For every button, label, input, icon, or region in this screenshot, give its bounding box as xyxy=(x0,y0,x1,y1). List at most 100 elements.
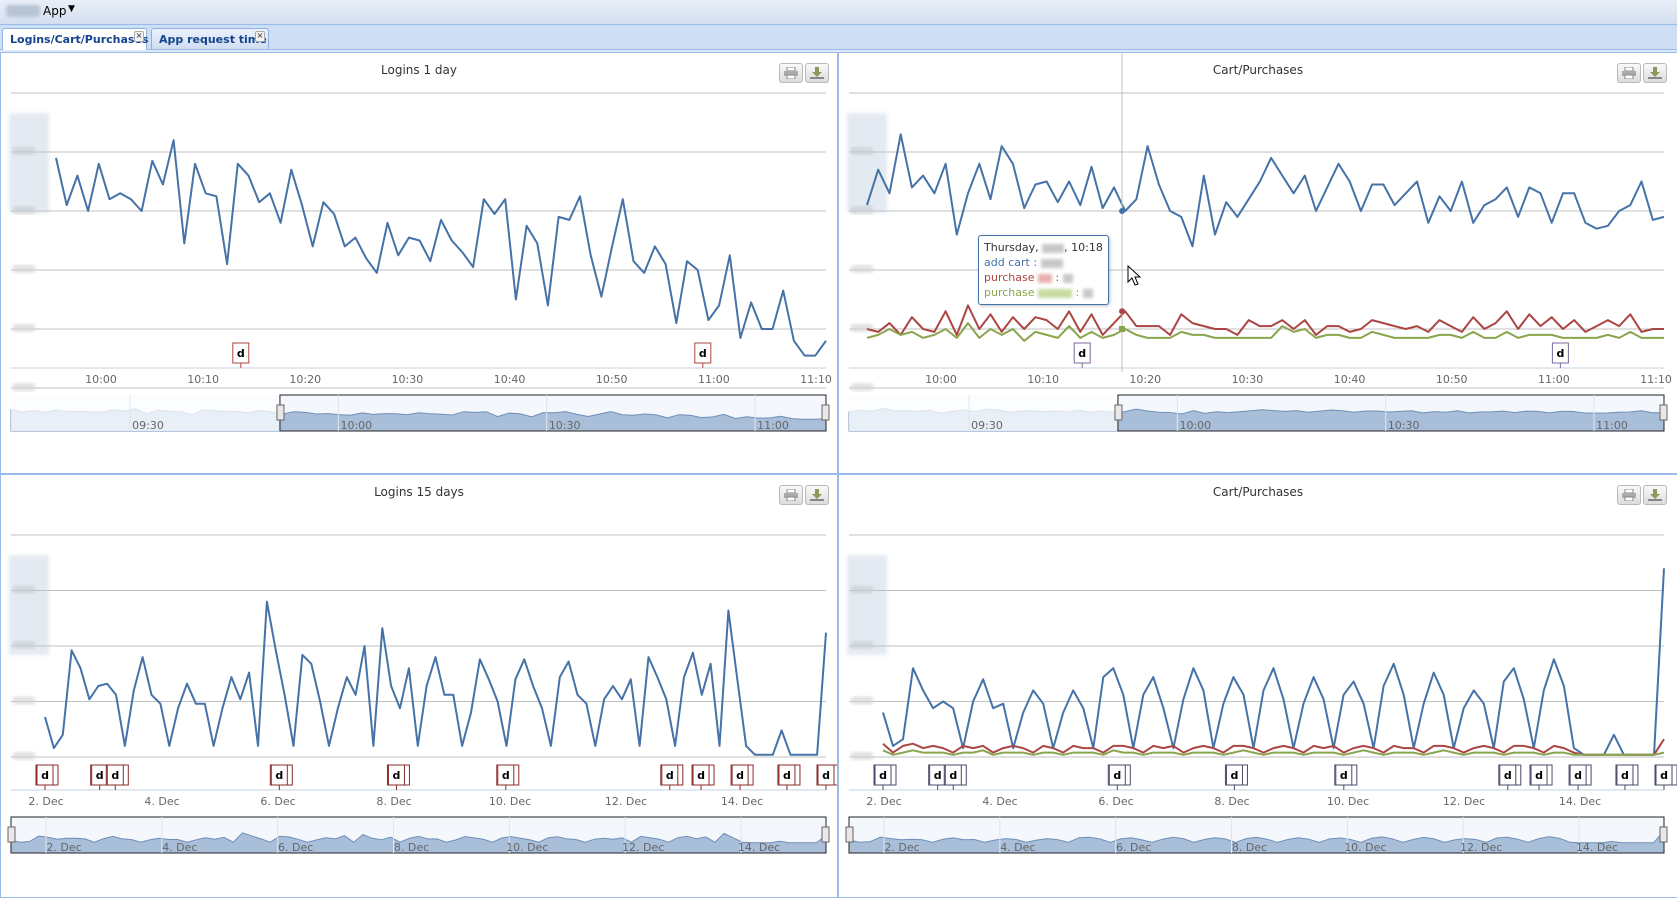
x-tick-label: 6. Dec xyxy=(1098,795,1133,808)
flag-label: d xyxy=(275,769,283,782)
blurred-edge xyxy=(9,113,49,213)
flag-marker: d xyxy=(1529,764,1553,790)
x-tick-label: 10:20 xyxy=(1129,373,1161,386)
navigator-tick-label: 11:00 xyxy=(1596,419,1628,432)
flag-label: d xyxy=(699,347,707,360)
mouse-cursor-icon xyxy=(1127,265,1142,286)
flag-label: d xyxy=(96,769,104,782)
chart-svg[interactable]: d d 10:00 10:10 10:20 10:30 10:40 10:50 11:00 11:… xyxy=(1,53,837,473)
tab-logins-cart-purchases[interactable]: Logins/Cart/Purchases × xyxy=(2,28,148,50)
navigator: 2. Dec 4. Dec 6. Dec 8. Dec 10. Dec 12. Dec 14… xyxy=(7,816,830,854)
series-line-0 xyxy=(55,139,827,357)
navigator-tick-label: 10:00 xyxy=(340,419,372,432)
navigator-handle[interactable] xyxy=(7,826,16,843)
blurred-edge xyxy=(9,555,49,655)
x-tick-label: 10:30 xyxy=(392,373,424,386)
y-axis-label-blurred xyxy=(851,752,873,760)
x-tick-label: 11:10 xyxy=(800,373,832,386)
x-tick-label: 10:50 xyxy=(596,373,628,386)
chart-tooltip: Thursday, , 10:18 add cart : purchase : … xyxy=(978,235,1109,305)
y-axis-label-blurred xyxy=(851,265,873,273)
close-icon[interactable]: × xyxy=(255,31,265,42)
navigator-handle[interactable] xyxy=(845,826,854,843)
flag-marker: d xyxy=(816,764,837,790)
flag-label: d xyxy=(1231,769,1239,782)
flag-label: d xyxy=(237,347,245,360)
flag-label: d xyxy=(736,769,744,782)
x-tick-label: 11:10 xyxy=(1640,373,1672,386)
flag-label: d xyxy=(1078,347,1086,360)
tab-app-request-time[interactable]: App request time × xyxy=(151,28,269,49)
series-line-0 xyxy=(882,568,1665,756)
navigator: 2. Dec 4. Dec 6. Dec 8. Dec 10. Dec 12. Dec 14… xyxy=(845,816,1668,854)
flag-label: d xyxy=(41,769,49,782)
flag-marker: d xyxy=(730,764,754,790)
blurred-edge xyxy=(847,113,887,213)
tab-label: App request time xyxy=(159,33,267,46)
navigator-tick-label: 4. Dec xyxy=(1000,841,1035,854)
navigator-handle[interactable] xyxy=(821,826,830,843)
flag-marker: d xyxy=(1498,764,1522,790)
x-tick-label: 10:00 xyxy=(925,373,957,386)
chart-svg[interactable]: d d d d d d d d d d d2. Dec 4. Dec 6. Dec 8. Dec 10. D… xyxy=(1,475,837,897)
chart-svg[interactable]: d d d d d d d d d d d2. Dec 4. Dec 6. Dec 8. Dec 10. D… xyxy=(839,475,1677,897)
flag-marker: d xyxy=(1568,764,1592,790)
x-tick-label: 10:50 xyxy=(1436,373,1468,386)
x-tick-label: 6. Dec xyxy=(260,795,295,808)
navigator-tick-label: 6. Dec xyxy=(1116,841,1151,854)
x-tick-label: 8. Dec xyxy=(376,795,411,808)
x-tick-label: 8. Dec xyxy=(1214,795,1249,808)
x-tick-label: 2. Dec xyxy=(866,795,901,808)
y-axis-label-blurred xyxy=(13,696,35,705)
y-axis-label-blurred xyxy=(851,383,873,391)
flag-marker: d xyxy=(1615,764,1639,790)
app-menu[interactable]: App xyxy=(43,4,66,18)
chart-panel-cart-purchases-day: Cart/Purchases d d 10:00 10:10 10:20 10:30 10:… xyxy=(838,52,1677,474)
navigator-handle[interactable] xyxy=(1659,404,1668,421)
flag-marker: d xyxy=(1551,342,1569,368)
y-axis-label-blurred xyxy=(851,324,873,332)
chart-svg[interactable]: d d 10:00 10:10 10:20 10:30 10:40 10:50 11:00 11:… xyxy=(839,53,1677,473)
flag-label: d xyxy=(1535,769,1543,782)
top-menu-bar: App ▼ xyxy=(0,0,1677,25)
navigator-handle[interactable] xyxy=(821,404,830,421)
flag-label: d xyxy=(1556,347,1564,360)
tooltip-header: Thursday, , 10:18 xyxy=(984,241,1103,254)
navigator-tick-label: 09:30 xyxy=(132,419,164,432)
x-tick-label: 12. Dec xyxy=(1443,795,1485,808)
flag-marker: d xyxy=(694,342,712,368)
flag-marker: d xyxy=(386,764,410,790)
navigator-handle[interactable] xyxy=(276,404,285,421)
navigator-tick-label: 8. Dec xyxy=(1232,841,1267,854)
flag-label: d xyxy=(1113,769,1121,782)
series-line-0 xyxy=(44,600,827,756)
flag-label: d xyxy=(1660,769,1668,782)
x-tick-label: 10:20 xyxy=(289,373,321,386)
flag-marker: d xyxy=(777,764,801,790)
navigator-tick-label: 10. Dec xyxy=(1344,841,1386,854)
chevron-down-icon[interactable]: ▼ xyxy=(68,4,75,14)
flag-label: d xyxy=(783,769,791,782)
close-icon[interactable]: × xyxy=(134,31,144,42)
tooltip-row-purchase-2: purchase : xyxy=(984,285,1103,300)
x-tick-label: 14. Dec xyxy=(721,795,763,808)
flag-label: d xyxy=(502,769,510,782)
navigator-tick-label: 2. Dec xyxy=(46,841,81,854)
navigator-tick-label: 6. Dec xyxy=(278,841,313,854)
x-tick-label: 4. Dec xyxy=(982,795,1017,808)
flag-marker: d xyxy=(1073,342,1091,368)
y-axis-label-blurred xyxy=(13,752,35,760)
flag-marker: d xyxy=(1654,764,1677,790)
tab-strip: Logins/Cart/Purchases × App request time… xyxy=(0,25,1677,50)
flag-label: d xyxy=(822,769,830,782)
flag-marker: d xyxy=(35,764,59,790)
navigator-tick-label: 8. Dec xyxy=(394,841,429,854)
flag-marker: d xyxy=(105,764,129,790)
navigator-tick-label: 10:30 xyxy=(549,419,581,432)
x-tick-label: 10:40 xyxy=(1334,373,1366,386)
flag-label: d xyxy=(1504,769,1512,782)
navigator-handle[interactable] xyxy=(1114,404,1123,421)
navigator-handle[interactable] xyxy=(1659,826,1668,843)
flag-marker: d xyxy=(232,342,250,368)
navigator-tick-label: 09:30 xyxy=(971,419,1003,432)
